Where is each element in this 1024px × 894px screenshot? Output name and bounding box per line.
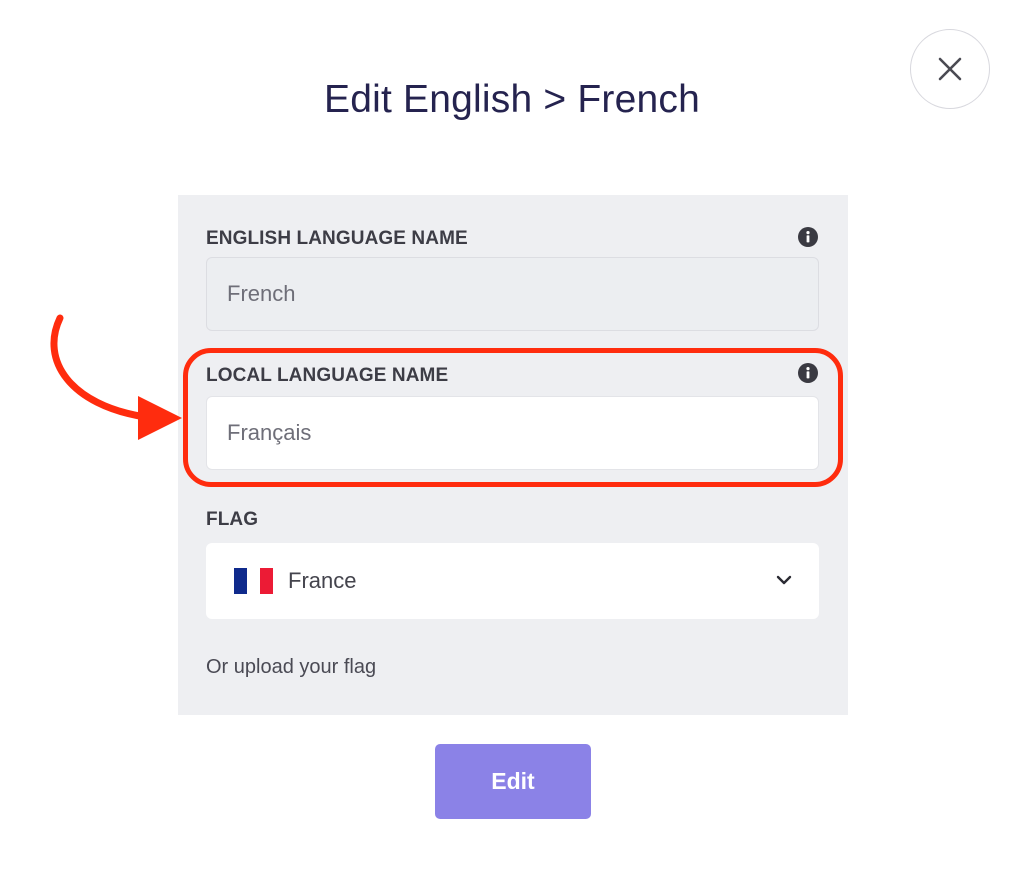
- curved-arrow-icon: [50, 314, 182, 440]
- local-language-name-label: LOCAL LANGUAGE NAME: [206, 365, 449, 386]
- flag-select[interactable]: France: [206, 543, 819, 619]
- chevron-down-icon: [776, 575, 792, 585]
- edit-button[interactable]: Edit: [435, 744, 591, 819]
- flag-selected-value: France: [288, 568, 357, 593]
- upload-flag-link[interactable]: Or upload your flag: [206, 656, 376, 679]
- english-language-name-label: ENGLISH LANGUAGE NAME: [206, 228, 468, 249]
- dialog-title: Edit English > French: [324, 78, 700, 121]
- english-language-name-value: French: [227, 281, 296, 306]
- info-icon[interactable]: [798, 227, 818, 247]
- english-language-name-input[interactable]: French: [206, 257, 819, 331]
- local-language-name-value: Français: [227, 420, 312, 445]
- france-flag-icon: [234, 568, 273, 594]
- local-language-name-input[interactable]: Français: [206, 396, 819, 470]
- info-icon[interactable]: [798, 363, 818, 383]
- edit-language-dialog: Edit English > French ENGLISH LANGUAGE N…: [0, 0, 1024, 894]
- flag-label: FLAG: [206, 509, 259, 530]
